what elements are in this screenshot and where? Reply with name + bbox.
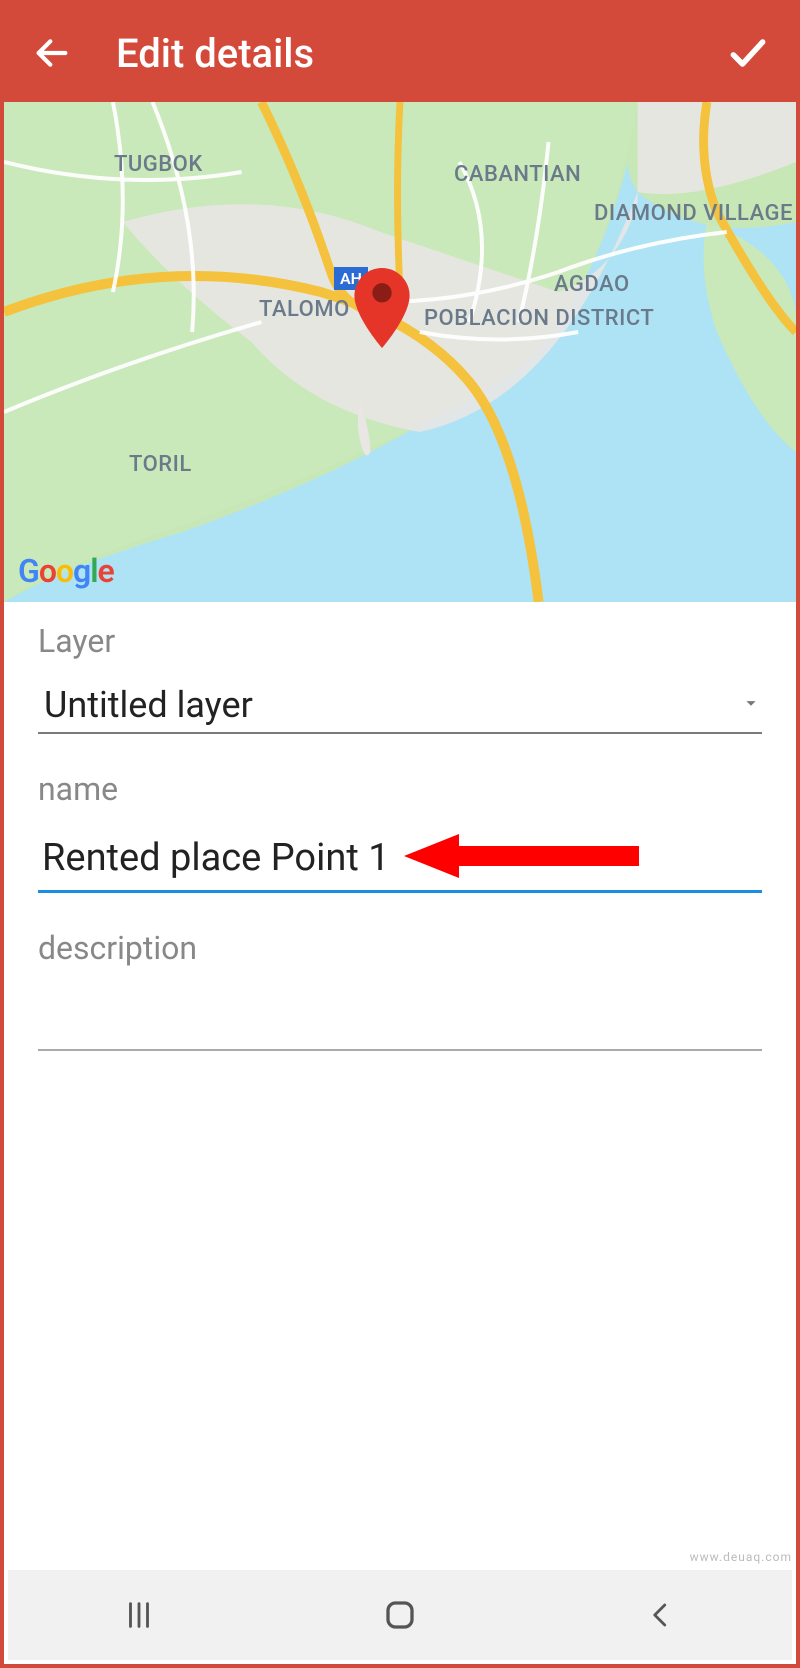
check-icon <box>726 31 770 75</box>
system-nav-bar <box>8 1570 792 1660</box>
google-logo: Google <box>18 552 114 590</box>
dropdown-caret-icon <box>740 692 762 718</box>
back-button[interactable] <box>28 29 76 77</box>
name-label: name <box>38 770 762 808</box>
layer-value: Untitled layer <box>38 684 740 726</box>
layer-field-group: Layer Untitled layer <box>38 622 762 734</box>
map-label: POBLACION DISTRICT <box>424 307 654 331</box>
map-label: TUGBOK <box>114 152 203 177</box>
map-label: CABANTIAN <box>454 162 581 187</box>
map-background <box>4 102 796 602</box>
map-preview[interactable]: AH TUGBOK CABANTIAN DIAMOND VILLAGE AGDA… <box>4 102 796 602</box>
arrow-left-icon <box>32 33 72 73</box>
layer-select[interactable]: Untitled layer <box>38 684 762 734</box>
app-bar: Edit details <box>4 4 796 102</box>
map-label: AGDAO <box>554 272 630 297</box>
map-label: DIAMOND VILLAGE <box>594 202 793 226</box>
name-input[interactable] <box>38 832 762 893</box>
page-title: Edit details <box>116 30 724 77</box>
map-label: TORIL <box>129 452 192 477</box>
nav-home-button[interactable] <box>370 1585 430 1645</box>
name-field-group: name <box>38 770 762 893</box>
description-field-group: description <box>38 929 762 1051</box>
layer-label: Layer <box>38 622 762 660</box>
map-pin-icon <box>354 268 410 352</box>
description-input[interactable] <box>38 991 762 1051</box>
edit-form: Layer Untitled layer name description <box>4 602 796 1051</box>
confirm-button[interactable] <box>724 29 772 77</box>
nav-back-button[interactable] <box>631 1585 691 1645</box>
annotation-arrow-icon <box>404 826 644 890</box>
nav-recents-button[interactable] <box>109 1585 169 1645</box>
map-label: TALOMO <box>259 297 350 322</box>
description-label: description <box>38 929 762 967</box>
watermark: www.deuaq.com <box>690 1550 792 1564</box>
